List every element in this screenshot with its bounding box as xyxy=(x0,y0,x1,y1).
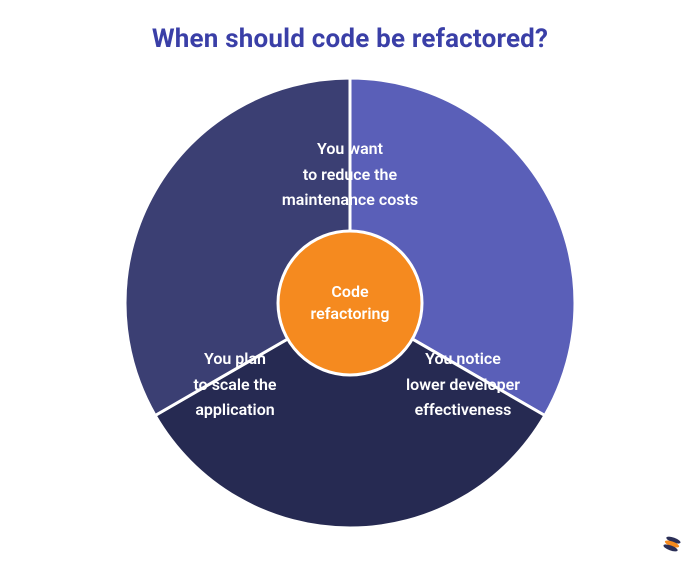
chart-container: You want to reduce the maintenance costs… xyxy=(0,78,700,528)
chart-title: When should code be refactored? xyxy=(0,24,700,54)
pie-svg xyxy=(125,78,575,528)
pie-chart: You want to reduce the maintenance costs… xyxy=(125,78,575,528)
pie-center-circle xyxy=(278,231,422,375)
brand-logo-icon xyxy=(662,534,682,554)
